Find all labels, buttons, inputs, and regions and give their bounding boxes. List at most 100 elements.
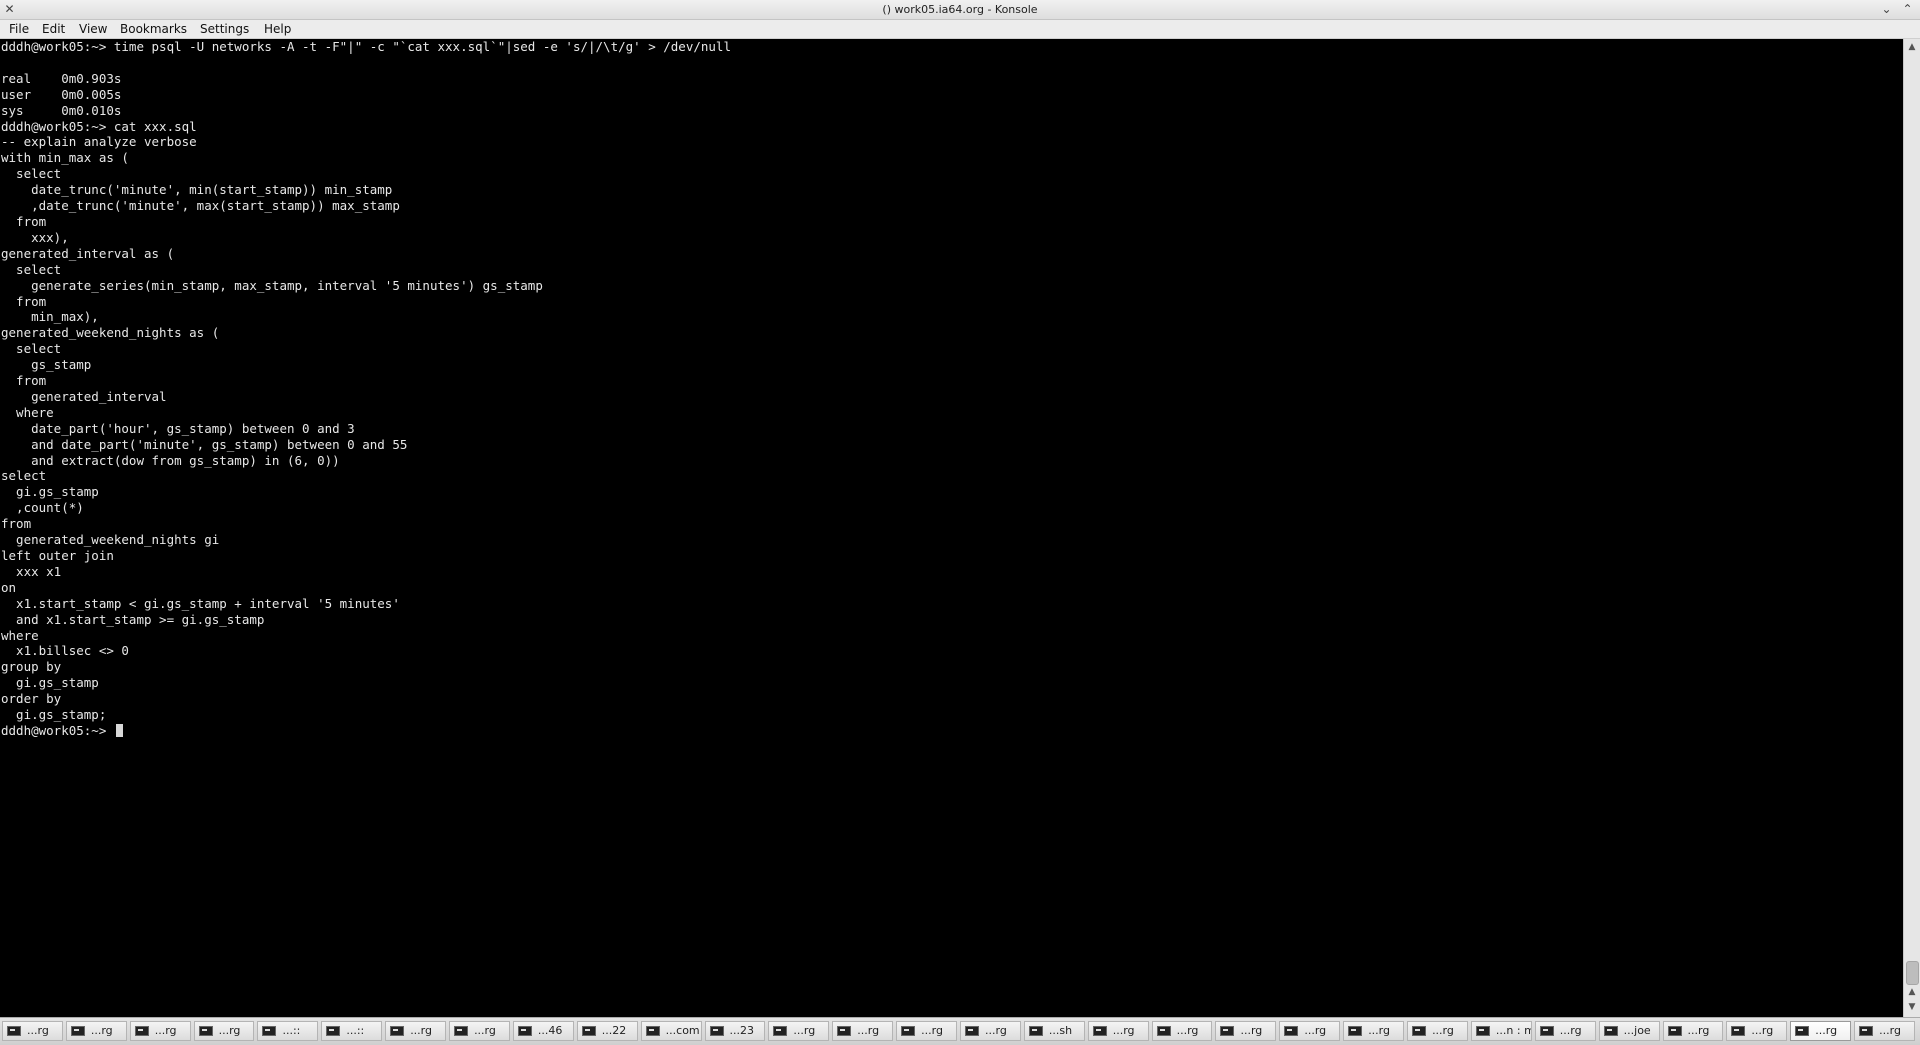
taskbar-button[interactable]: ...rg <box>1790 1021 1852 1041</box>
taskbar-button-label: ...rg <box>474 1024 496 1037</box>
title-bar[interactable]: ✕ () work05.ia64.org - Konsole ⌄ ⌃ <box>0 0 1920 20</box>
menu-edit[interactable]: Edit <box>42 22 65 36</box>
taskbar-button-label: ...rg <box>1432 1024 1454 1037</box>
terminal-line: dddh@work05:~> time psql -U networks -A … <box>1 39 731 54</box>
terminal-line: gi.gs_stamp <box>1 675 99 691</box>
taskbar-button-label: ...rg <box>1240 1024 1263 1037</box>
terminal-icon <box>1475 1026 1490 1036</box>
terminal-line: user 0m0.005s <box>1 86 122 102</box>
taskbar-button[interactable]: ...rg <box>449 1021 510 1041</box>
taskbar-button[interactable]: ...:: <box>257 1021 319 1041</box>
taskbar-button[interactable]: ...rg <box>1407 1021 1468 1041</box>
taskbar-button[interactable]: ...rg <box>896 1021 957 1041</box>
terminal-icon <box>1220 1026 1235 1036</box>
terminal-line: and extract(dow from gs_stamp) in (6, 0)… <box>1 452 340 468</box>
taskbar-button[interactable]: ...sh <box>1023 1021 1085 1041</box>
terminal-icon <box>1859 1026 1874 1036</box>
taskbar-button[interactable]: ...rg <box>1279 1021 1341 1041</box>
taskbar-button[interactable]: ...rg <box>2 1021 63 1041</box>
menu-view[interactable]: View <box>79 22 107 36</box>
terminal-line: from <box>1 373 47 389</box>
terminal-line: generated_weekend_nights gi <box>1 532 220 548</box>
terminal-line: date_trunc('minute', min(start_stamp)) m… <box>1 182 393 198</box>
menu-help[interactable]: Help <box>264 22 291 36</box>
taskbar-button[interactable]: ...rg <box>1151 1021 1213 1041</box>
terminal-line: x1.start_stamp < gi.gs_stamp + interval … <box>1 595 400 611</box>
scroll-up-icon[interactable]: ▲ <box>1904 985 1920 999</box>
maximize-icon[interactable]: ⌃ <box>1901 3 1914 16</box>
terminal-line: generate_series(min_stamp, max_stamp, in… <box>1 277 543 293</box>
terminal-icon <box>390 1026 405 1036</box>
taskbar-button[interactable]: ...46 <box>512 1021 574 1041</box>
taskbar-button[interactable]: ...rg <box>1087 1021 1149 1041</box>
taskbar-button[interactable]: ...rg <box>1343 1021 1405 1041</box>
taskbar-button-label: ...rg <box>793 1024 816 1037</box>
taskbar-button-label: ...rg <box>218 1024 241 1037</box>
taskbar-button[interactable]: ...rg <box>768 1021 830 1041</box>
terminal-icon <box>1092 1026 1107 1036</box>
taskbar-button[interactable]: ...rg <box>129 1021 191 1041</box>
terminal-line: ,count(*) <box>1 500 84 516</box>
taskbar-button-label: ...rg <box>1879 1024 1901 1037</box>
terminal-icon <box>7 1026 21 1036</box>
taskbar-button[interactable]: ...com <box>640 1021 702 1041</box>
terminal-line: -- explain analyze verbose <box>1 134 197 150</box>
menu-bookmarks[interactable]: Bookmarks <box>120 22 187 36</box>
terminal-line: date_part('hour', gs_stamp) between 0 an… <box>1 420 355 436</box>
taskbar-button-label: ...com <box>665 1024 700 1037</box>
scroll-down-icon[interactable]: ▼ <box>1904 1000 1920 1014</box>
minimize-icon[interactable]: ⌄ <box>1880 3 1893 16</box>
terminal-line: gi.gs_stamp <box>1 484 99 500</box>
taskbar-button[interactable]: ...rg <box>1662 1021 1724 1041</box>
taskbar-button[interactable]: ...rg <box>1534 1021 1596 1041</box>
terminal-line: generated_interval <box>1 388 167 404</box>
terminal-area[interactable]: dddh@work05:~> time psql -U networks -A … <box>0 39 1903 1017</box>
taskbar-button-label: ...rg <box>90 1024 113 1037</box>
terminal-icon <box>837 1026 852 1036</box>
terminal-line: with min_max as ( <box>1 150 129 166</box>
terminal-icon <box>645 1026 660 1036</box>
taskbar-button[interactable]: ...rg <box>65 1021 127 1041</box>
terminal-line: select <box>1 166 62 182</box>
terminal-line: left outer join <box>1 548 114 563</box>
terminal-line: xxx x1 <box>1 563 62 579</box>
terminal-icon <box>517 1026 532 1036</box>
terminal-icon <box>326 1026 341 1036</box>
scrollbar-thumb[interactable] <box>1906 961 1919 985</box>
taskbar-button-label: ...:: <box>346 1024 365 1037</box>
terminal-icon <box>901 1026 916 1036</box>
taskbar-button[interactable]: ...joe <box>1598 1021 1660 1041</box>
taskbar-button[interactable]: ...rg <box>832 1021 894 1041</box>
taskbar-button-label: ...rg <box>1751 1024 1774 1037</box>
taskbar-button[interactable]: ...rg <box>1215 1021 1277 1041</box>
taskbar-button[interactable]: ...22 <box>576 1021 638 1041</box>
terminal-line: gs_stamp <box>1 357 92 373</box>
taskbar-button[interactable]: ...rg <box>385 1021 447 1041</box>
terminal-line: generated_weekend_nights as ( <box>1 325 220 341</box>
terminal-icon <box>965 1026 979 1036</box>
taskbar-button[interactable]: ...23 <box>704 1021 766 1041</box>
taskbar-button-label: ...rg <box>985 1024 1007 1037</box>
taskbar-button-label: ...rg <box>921 1024 943 1037</box>
terminal-icon <box>262 1026 277 1036</box>
taskbar-button-label: ...:: <box>282 1024 301 1037</box>
terminal-line: sys 0m0.010s <box>1 102 122 118</box>
taskbar-button[interactable]: ...rg <box>1726 1021 1788 1041</box>
terminal-line: ,date_trunc('minute', max(start_stamp)) … <box>1 198 400 214</box>
terminal-line: where <box>1 627 39 643</box>
taskbar-button[interactable]: ...rg <box>1854 1021 1915 1041</box>
taskbar-button[interactable]: ...rg <box>960 1021 1021 1041</box>
scroll-up-icon[interactable]: ▲ <box>1904 40 1920 54</box>
taskbar-button[interactable]: ...:: <box>321 1021 383 1041</box>
menu-file[interactable]: File <box>9 22 29 36</box>
taskbar-button-label: ...rg <box>27 1024 49 1037</box>
menu-settings[interactable]: Settings <box>200 22 249 36</box>
vertical-scrollbar[interactable]: ▲ ▲ ▼ <box>1903 39 1920 1017</box>
terminal-line: generated_interval as ( <box>1 245 175 261</box>
terminal-line: xxx), <box>1 229 69 245</box>
taskbar-button[interactable]: ...rg <box>193 1021 255 1041</box>
terminal-line: where <box>1 404 54 420</box>
taskbar-button[interactable]: ...n : mplayer <box>1470 1021 1532 1041</box>
text-cursor <box>115 723 123 737</box>
terminal-icon <box>198 1026 213 1036</box>
